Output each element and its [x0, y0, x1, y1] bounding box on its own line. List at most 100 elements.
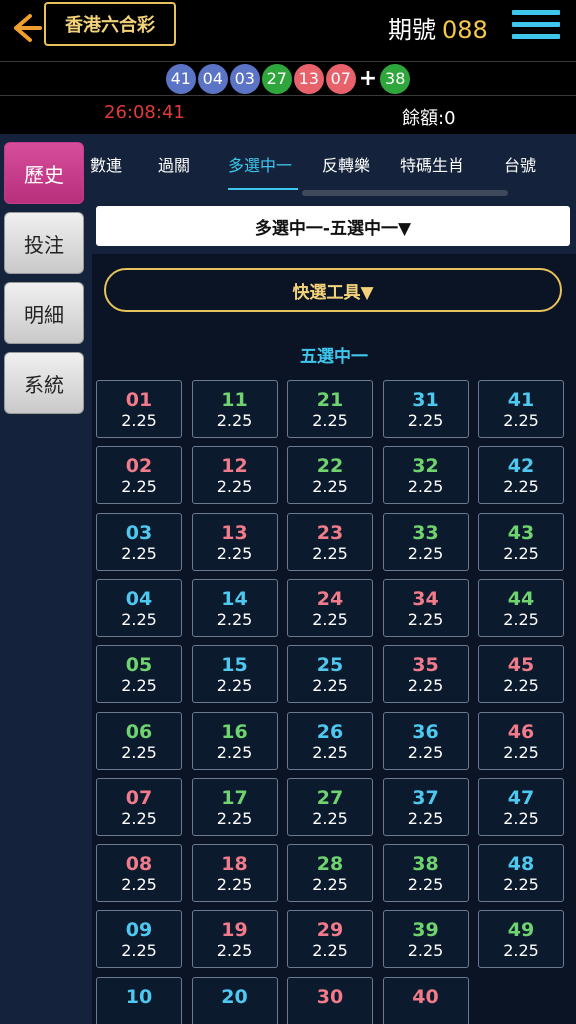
- number-cell[interactable]: 44 2.25: [478, 578, 564, 637]
- number-cell[interactable]: 01 2.25: [96, 380, 182, 438]
- cell-odds: 2.25: [503, 676, 539, 696]
- cell-odds: 2.25: [312, 742, 348, 762]
- tab-fanzhuanle[interactable]: 反轉樂: [322, 152, 370, 176]
- sidebar-item-system[interactable]: 系統: [4, 352, 84, 414]
- cell-number: 40: [412, 985, 439, 1008]
- number-cell[interactable]: 14 2.25: [191, 578, 278, 637]
- number-cell[interactable]: 15 2.25: [191, 645, 278, 704]
- number-cell[interactable]: 24 2.25: [287, 578, 373, 637]
- cell-number: 13: [221, 521, 248, 544]
- cell-number: 33: [412, 521, 439, 544]
- draw-ball: 27: [261, 63, 292, 94]
- plus-sign: +: [358, 66, 378, 91]
- number-cell[interactable]: 12 2.25: [191, 446, 278, 505]
- number-cell[interactable]: 33 2.25: [382, 512, 469, 571]
- number-cell[interactable]: 46 2.25: [478, 711, 564, 770]
- number-cell[interactable]: 49 2.25: [478, 910, 564, 969]
- status-row: 26:08:41 餘額:0: [0, 96, 576, 134]
- number-cell[interactable]: 45 2.25: [478, 645, 564, 704]
- number-cell[interactable]: 36 2.25: [382, 711, 469, 770]
- number-cell[interactable]: 34 2.25: [382, 578, 469, 637]
- cell-odds: 2.25: [121, 543, 157, 563]
- tab-scrollbar[interactable]: [302, 190, 508, 196]
- tab-zodiac[interactable]: 特碼生肖: [400, 152, 464, 176]
- cell-odds: 2.25: [312, 875, 348, 895]
- cell-number: 10: [125, 985, 153, 1008]
- number-cell[interactable]: 26 2.25: [287, 711, 373, 770]
- quick-pick-button[interactable]: 快選工具▼: [104, 268, 562, 312]
- number-cell[interactable]: 16 2.25: [191, 711, 278, 770]
- number-cell[interactable]: 41 2.25: [478, 380, 564, 438]
- bet-type-dropdown[interactable]: 多選中一-五選中一▼: [96, 206, 570, 246]
- cell-odds: 2.25: [503, 941, 539, 961]
- tab-lianxu[interactable]: 數連: [90, 152, 122, 176]
- cell-number: 42: [507, 455, 535, 478]
- cell-number: 27: [316, 786, 344, 809]
- tab-multi-pick-one[interactable]: 多選中一: [228, 152, 292, 176]
- cell-odds: 2.25: [407, 609, 444, 629]
- cell-number: 39: [412, 919, 439, 942]
- tab-guoguan[interactable]: 過關: [158, 152, 190, 176]
- number-cell[interactable]: 06 2.25: [96, 711, 182, 770]
- number-cell[interactable]: 07 2.25: [96, 777, 182, 836]
- number-cell[interactable]: 30: [287, 976, 373, 1024]
- cell-odds: 2.25: [312, 411, 348, 430]
- cell-odds: 2.25: [503, 477, 539, 497]
- number-cell[interactable]: 47 2.25: [478, 777, 564, 836]
- cell-number: 44: [507, 587, 535, 610]
- sidebar-item-bet[interactable]: 投注: [4, 212, 84, 274]
- number-cell[interactable]: 13 2.25: [191, 512, 278, 571]
- cell-odds: 2.25: [503, 543, 539, 563]
- number-cell[interactable]: 08 2.25: [96, 844, 182, 903]
- number-cell[interactable]: 09 2.25: [96, 910, 182, 969]
- cell-number: 11: [221, 389, 248, 411]
- cell-number: 19: [221, 919, 248, 942]
- cell-number: 14: [221, 587, 248, 610]
- cell-odds: 2.25: [216, 676, 253, 696]
- number-cell[interactable]: 02 2.25: [96, 446, 182, 505]
- number-cell[interactable]: 17 2.25: [191, 777, 278, 836]
- number-cell[interactable]: 43 2.25: [478, 512, 564, 571]
- number-cell[interactable]: 40: [382, 976, 469, 1024]
- cell-odds: 2.25: [503, 411, 539, 430]
- cell-odds: 2.25: [407, 477, 444, 497]
- draw-ball: 41: [165, 63, 196, 94]
- number-cell[interactable]: 37 2.25: [382, 777, 469, 836]
- number-cell[interactable]: 04 2.25: [96, 578, 182, 637]
- number-cell[interactable]: 10: [96, 976, 182, 1024]
- number-cell[interactable]: 28 2.25: [287, 844, 373, 903]
- number-cell[interactable]: 35 2.25: [382, 645, 469, 704]
- cell-number: 30: [316, 985, 344, 1008]
- number-cell[interactable]: 25 2.25: [287, 645, 373, 704]
- tab-taihao[interactable]: 台號: [504, 152, 536, 176]
- number-cell[interactable]: 31 2.25: [382, 380, 469, 438]
- number-cell[interactable]: 39 2.25: [382, 910, 469, 969]
- number-cell[interactable]: 11 2.25: [191, 380, 278, 438]
- lottery-title-button[interactable]: 香港六合彩: [44, 2, 176, 46]
- number-cell[interactable]: 21 2.25: [287, 380, 373, 438]
- number-cell[interactable]: 05 2.25: [96, 645, 182, 704]
- number-cell[interactable]: 18 2.25: [191, 844, 278, 903]
- number-cell[interactable]: 03 2.25: [96, 512, 182, 571]
- cell-odds: 2.25: [503, 808, 539, 828]
- number-cell[interactable]: 20: [191, 976, 278, 1024]
- number-cell[interactable]: 29 2.25: [287, 910, 373, 969]
- number-cell[interactable]: 23 2.25: [287, 512, 373, 571]
- cell-odds: 2.25: [312, 808, 348, 828]
- number-cell[interactable]: 19 2.25: [191, 910, 278, 969]
- number-cell[interactable]: 27 2.25: [287, 777, 373, 836]
- number-cell[interactable]: 48 2.25: [478, 844, 564, 903]
- number-cell[interactable]: 22 2.25: [287, 446, 373, 505]
- special-ball: 38: [380, 63, 411, 94]
- number-cell[interactable]: 32 2.25: [382, 446, 469, 505]
- hamburger-menu-icon[interactable]: [512, 10, 560, 46]
- number-cell[interactable]: 42 2.25: [478, 446, 564, 505]
- sidebar-item-details[interactable]: 明細: [4, 282, 84, 344]
- cell-odds: 2.25: [216, 543, 253, 563]
- cell-odds: 2.25: [216, 477, 253, 497]
- cell-number: 31: [412, 389, 439, 411]
- cell-number: 09: [125, 919, 153, 942]
- back-arrow-icon[interactable]: [8, 10, 44, 46]
- cell-odds: 2.25: [407, 808, 444, 828]
- number-cell[interactable]: 38 2.25: [382, 844, 469, 903]
